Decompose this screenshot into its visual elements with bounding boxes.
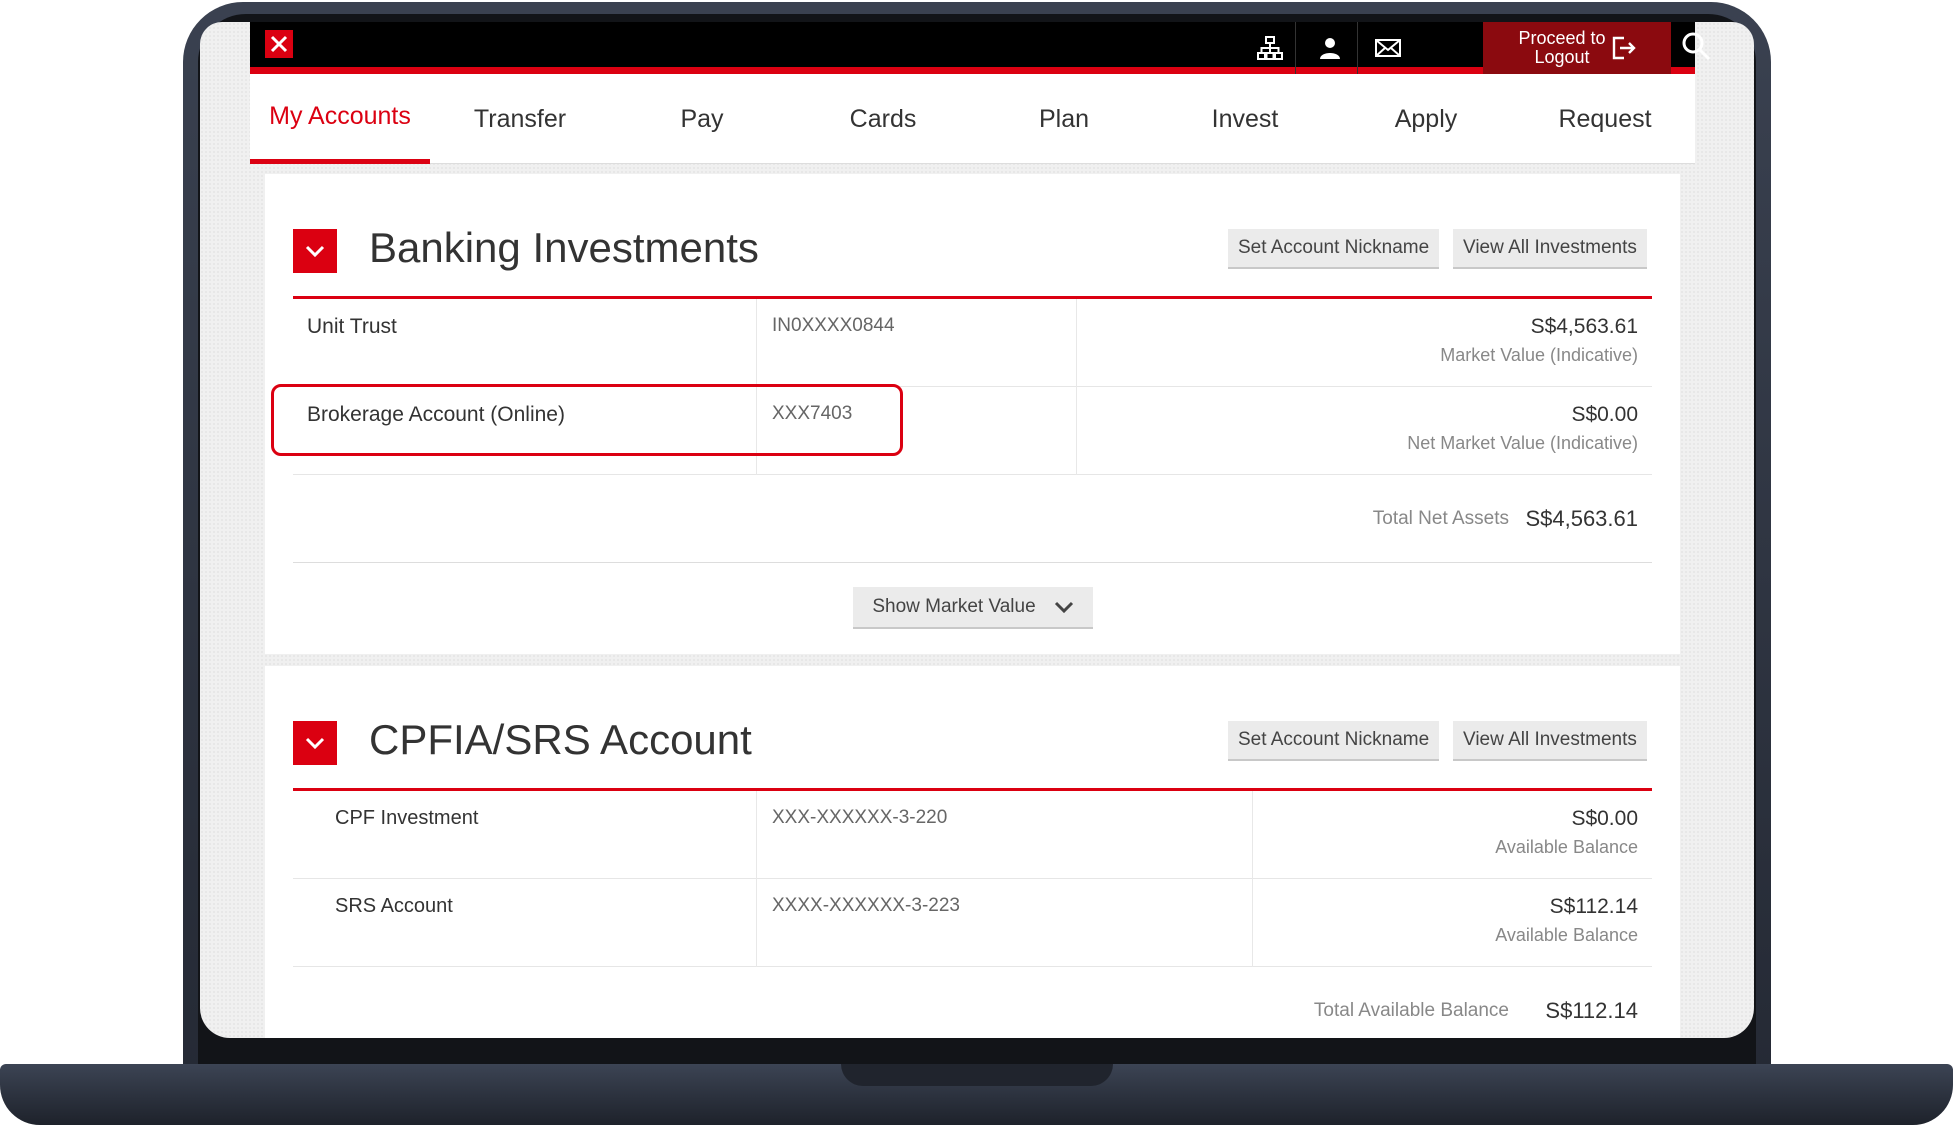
logout-label-line1: Proceed to xyxy=(1518,28,1606,48)
account-amount: S$0.00 xyxy=(1571,403,1638,426)
total-available-balance: Total Available Balance S$112.14 xyxy=(293,967,1652,1038)
tab-cards[interactable]: Cards xyxy=(793,74,973,164)
view-all-investments-button[interactable]: View All Investments xyxy=(1453,721,1647,761)
account-name-cell: Brokerage Account (Online) xyxy=(293,387,757,475)
total-label: Total Net Assets xyxy=(1372,508,1509,529)
account-name: Brokerage Account (Online) xyxy=(307,403,565,426)
account-amount-label: Available Balance xyxy=(1495,837,1638,857)
account-number: IN0XXXX0844 xyxy=(772,315,895,336)
cpfia-srs-header: CPFIA/SRS Account Set Account Nickname V… xyxy=(293,666,1652,791)
tab-pay[interactable]: Pay xyxy=(612,74,792,164)
chevron-down-icon xyxy=(1054,601,1073,613)
tab-plan[interactable]: Plan xyxy=(974,74,1154,164)
account-number-cell: IN0XXXX0844 xyxy=(757,299,1077,387)
tab-my-accounts[interactable]: My Accounts xyxy=(250,74,430,164)
total-value: S$112.14 xyxy=(1545,998,1638,1023)
collapse-chevron-icon[interactable] xyxy=(293,229,337,273)
cpfia-srs-panel: CPFIA/SRS Account Set Account Nickname V… xyxy=(265,666,1680,1038)
bank-logo-icon[interactable] xyxy=(265,30,293,58)
logout-icon xyxy=(1612,36,1636,60)
laptop-notch xyxy=(841,1064,1113,1086)
banking-investments-panel: Banking Investments Set Account Nickname… xyxy=(265,174,1680,654)
sitemap-icon[interactable] xyxy=(1250,30,1290,66)
account-number-cell: XXX-XXXXXX-3-220 xyxy=(757,791,1253,879)
account-number: XXX-XXXXXX-3-220 xyxy=(772,807,948,828)
show-market-value-label: Show Market Value xyxy=(872,596,1036,617)
account-number: XXX7403 xyxy=(772,403,853,424)
section-title: CPFIA/SRS Account xyxy=(369,716,752,763)
account-name-cell: SRS Account xyxy=(293,879,757,967)
account-name: Unit Trust xyxy=(307,315,397,338)
mail-icon[interactable] xyxy=(1368,30,1408,66)
divider xyxy=(293,562,1652,563)
total-net-assets: Total Net Assets S$4,563.61 xyxy=(293,475,1652,563)
collapse-chevron-icon[interactable] xyxy=(293,721,337,765)
account-amount: S$112.14 xyxy=(1549,895,1638,918)
account-amount-label: Net Market Value (Indicative) xyxy=(1407,433,1638,453)
account-amount-label: Market Value (Indicative) xyxy=(1440,345,1638,365)
user-icon[interactable] xyxy=(1310,30,1350,66)
tab-transfer[interactable]: Transfer xyxy=(430,74,610,164)
account-amount: S$0.00 xyxy=(1571,807,1638,830)
logout-button[interactable]: Proceed to Logout xyxy=(1483,22,1671,74)
account-row-cpf-investment[interactable]: CPF Investment XXX-XXXXXX-3-220 S$0.00 A… xyxy=(293,791,1652,879)
total-label: Total Available Balance xyxy=(1313,1000,1509,1021)
show-market-value-button[interactable]: Show Market Value xyxy=(853,587,1093,629)
logout-label-line2: Logout xyxy=(1534,47,1590,67)
main-nav: My Accounts Transfer Pay Cards Plan Inve… xyxy=(250,74,1695,164)
account-number-cell: XXXX-XXXXXX-3-223 xyxy=(757,879,1253,967)
banking-investments-header: Banking Investments Set Account Nickname… xyxy=(293,174,1652,299)
account-name: CPF Investment xyxy=(335,807,479,829)
total-value: S$4,563.61 xyxy=(1525,506,1638,531)
top-separator xyxy=(1295,22,1296,74)
account-row-unit-trust[interactable]: Unit Trust IN0XXXX0844 S$4,563.61 Market… xyxy=(293,299,1652,387)
tab-invest[interactable]: Invest xyxy=(1155,74,1335,164)
account-name-cell: Unit Trust xyxy=(293,299,757,387)
set-account-nickname-button[interactable]: Set Account Nickname xyxy=(1228,229,1440,269)
logout-label: Proceed to Logout xyxy=(1518,29,1605,67)
account-amount-label: Available Balance xyxy=(1495,925,1638,945)
account-row-srs[interactable]: SRS Account XXXX-XXXXXX-3-223 S$112.14 A… xyxy=(293,879,1652,967)
tab-apply[interactable]: Apply xyxy=(1336,74,1516,164)
view-all-investments-button[interactable]: View All Investments xyxy=(1453,229,1647,269)
account-number: XXXX-XXXXXX-3-223 xyxy=(772,895,960,916)
set-account-nickname-button[interactable]: Set Account Nickname xyxy=(1228,721,1440,761)
account-number-cell: XXX7403 xyxy=(757,387,1077,475)
section-title: Banking Investments xyxy=(369,224,759,271)
search-icon[interactable] xyxy=(1676,28,1716,64)
screen: Proceed to Logout My Accounts Transfer P… xyxy=(200,22,1754,1038)
top-bar: Proceed to Logout xyxy=(250,22,1711,74)
account-name-cell: CPF Investment xyxy=(293,791,757,879)
account-amount: S$4,563.61 xyxy=(1530,315,1638,338)
account-row-brokerage[interactable]: Brokerage Account (Online) XXX7403 S$0.0… xyxy=(293,387,1652,475)
top-separator xyxy=(1357,22,1358,74)
tab-request[interactable]: Request xyxy=(1515,74,1695,164)
account-name: SRS Account xyxy=(335,895,453,917)
